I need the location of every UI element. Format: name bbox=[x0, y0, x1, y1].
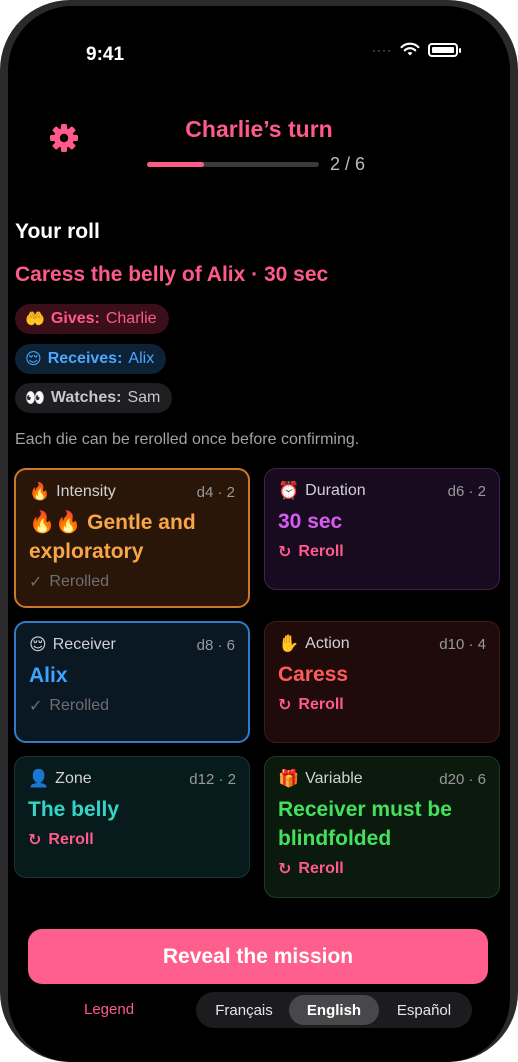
card-header: 😌 Receiver d8 · 6 bbox=[29, 635, 235, 655]
reroll-button[interactable]: ↻ Reroll bbox=[28, 830, 236, 850]
open-hands-icon: 🤲 bbox=[25, 311, 45, 328]
rerolled-label: Rerolled bbox=[49, 697, 109, 714]
role-chip-watches: 👀 Watches: Sam bbox=[15, 383, 173, 413]
relieved-face-icon: 😌 bbox=[25, 351, 42, 368]
reroll-label: Reroll bbox=[298, 860, 344, 877]
card-header: ✋ Action d10 · 4 bbox=[278, 634, 486, 654]
die-result: d6 · 2 bbox=[447, 482, 486, 500]
die-result: d4 · 2 bbox=[196, 483, 235, 501]
card-title: Receiver bbox=[52, 636, 116, 653]
mission-summary: Caress the belly of Alix · 30 sec bbox=[15, 263, 329, 286]
rerolled-status: ✓ Rerolled bbox=[29, 572, 235, 592]
language-selector: Français English Español bbox=[196, 992, 472, 1028]
role-key: Receives: bbox=[47, 350, 123, 367]
language-option-francais[interactable]: Français bbox=[199, 995, 289, 1025]
reroll-label: Reroll bbox=[298, 543, 344, 560]
reroll-hint: Each die can be rerolled once before con… bbox=[15, 431, 360, 448]
reroll-label: Reroll bbox=[48, 831, 94, 848]
gift-icon: 🎁 bbox=[278, 769, 300, 788]
reroll-icon: ↻ bbox=[278, 697, 292, 714]
die-card-duration[interactable]: ⏰ Duration d6 · 2 30 sec ↻ Reroll bbox=[264, 468, 500, 590]
role-value: Sam bbox=[127, 389, 161, 406]
turn-title: Charlie’s turn bbox=[185, 116, 333, 142]
reroll-button[interactable]: ↻ Reroll bbox=[278, 859, 486, 879]
status-icons: ···· bbox=[372, 42, 461, 57]
die-value: 30 sec bbox=[278, 510, 343, 533]
reroll-button[interactable]: ↻ Reroll bbox=[278, 695, 486, 715]
legend-link[interactable]: Legend bbox=[84, 1001, 134, 1018]
battery-icon bbox=[428, 42, 461, 57]
relieved-face-icon: 😌 bbox=[29, 635, 47, 654]
card-title: Intensity bbox=[56, 483, 116, 500]
card-header: 🔥 Intensity d4 · 2 bbox=[29, 482, 235, 502]
signal-icon: ···· bbox=[372, 42, 392, 57]
turn-progress-bar bbox=[147, 162, 319, 167]
die-value: Alix bbox=[29, 664, 68, 687]
die-result: d8 · 6 bbox=[196, 636, 235, 654]
card-label: 👤 Zone bbox=[28, 769, 92, 789]
role-chip-gives: 🤲 Gives: Charlie bbox=[15, 304, 169, 334]
card-label: 😌 Receiver bbox=[29, 635, 116, 655]
card-label: ⏰ Duration bbox=[278, 481, 366, 501]
card-header: 🎁 Variable d20 · 6 bbox=[278, 769, 486, 789]
die-card-intensity[interactable]: 🔥 Intensity d4 · 2 🔥🔥 Gentle and explora… bbox=[14, 468, 250, 608]
die-value: The belly bbox=[28, 798, 120, 821]
die-result: d10 · 4 bbox=[439, 635, 486, 653]
card-title: Zone bbox=[55, 770, 92, 787]
device-frame: 9:41 ···· Charlie’s turn 2 / 6 Your roll… bbox=[0, 0, 518, 1062]
section-heading: Your roll bbox=[15, 220, 100, 243]
role-key: Gives: bbox=[50, 310, 100, 327]
card-title: Duration bbox=[305, 482, 366, 499]
reroll-icon: ↻ bbox=[278, 861, 292, 878]
person-silhouette-icon: 👤 bbox=[28, 769, 50, 788]
card-header: ⏰ Duration d6 · 2 bbox=[278, 481, 486, 501]
die-card-zone[interactable]: 👤 Zone d12 · 2 The belly ↻ Reroll bbox=[14, 756, 250, 878]
die-card-receiver[interactable]: 😌 Receiver d8 · 6 Alix ✓ Rerolled bbox=[14, 621, 250, 743]
reroll-button[interactable]: ↻ Reroll bbox=[278, 542, 486, 562]
die-value: Caress bbox=[278, 663, 349, 686]
app-screen: 9:41 ···· Charlie’s turn 2 / 6 Your roll… bbox=[8, 6, 510, 1062]
card-label: 🎁 Variable bbox=[278, 769, 363, 789]
raised-hand-icon: ✋ bbox=[278, 634, 300, 653]
rerolled-label: Rerolled bbox=[49, 573, 109, 590]
language-option-espanol[interactable]: Español bbox=[379, 995, 469, 1025]
role-value: Alix bbox=[128, 350, 155, 367]
reveal-mission-button[interactable]: Reveal the mission bbox=[28, 929, 488, 984]
die-result: d20 · 6 bbox=[439, 770, 486, 788]
reroll-label: Reroll bbox=[298, 696, 344, 713]
language-option-english[interactable]: English bbox=[289, 995, 379, 1025]
role-key: Watches: bbox=[50, 389, 122, 406]
fire-icon: 🔥 bbox=[29, 482, 51, 501]
card-label: 🔥 Intensity bbox=[29, 482, 116, 502]
eyes-icon: 👀 bbox=[25, 390, 45, 407]
die-card-variable[interactable]: 🎁 Variable d20 · 6 Receiver must be blin… bbox=[264, 756, 500, 898]
die-value: Receiver must be blindfolded bbox=[278, 798, 452, 850]
card-title: Action bbox=[305, 635, 350, 652]
role-chip-receives: 😌 Receives: Alix bbox=[15, 344, 167, 374]
status-time: 9:41 bbox=[86, 44, 125, 65]
turn-progress-text: 2 / 6 bbox=[330, 154, 366, 174]
card-label: ✋ Action bbox=[278, 634, 350, 654]
turn-progress-fill bbox=[147, 162, 205, 167]
check-icon: ✓ bbox=[29, 574, 43, 591]
reroll-icon: ↻ bbox=[28, 832, 42, 849]
role-value: Charlie bbox=[105, 310, 157, 327]
die-result: d12 · 2 bbox=[189, 770, 236, 788]
card-header: 👤 Zone d12 · 2 bbox=[28, 769, 236, 789]
alarm-clock-icon: ⏰ bbox=[278, 481, 300, 500]
card-title: Variable bbox=[305, 770, 363, 787]
check-icon: ✓ bbox=[29, 698, 43, 715]
die-card-action[interactable]: ✋ Action d10 · 4 Caress ↻ Reroll bbox=[264, 621, 500, 743]
die-value: 🔥🔥 Gentle and exploratory bbox=[29, 511, 196, 563]
rerolled-status: ✓ Rerolled bbox=[29, 696, 235, 716]
wifi-icon bbox=[400, 42, 420, 56]
reroll-icon: ↻ bbox=[278, 544, 292, 561]
